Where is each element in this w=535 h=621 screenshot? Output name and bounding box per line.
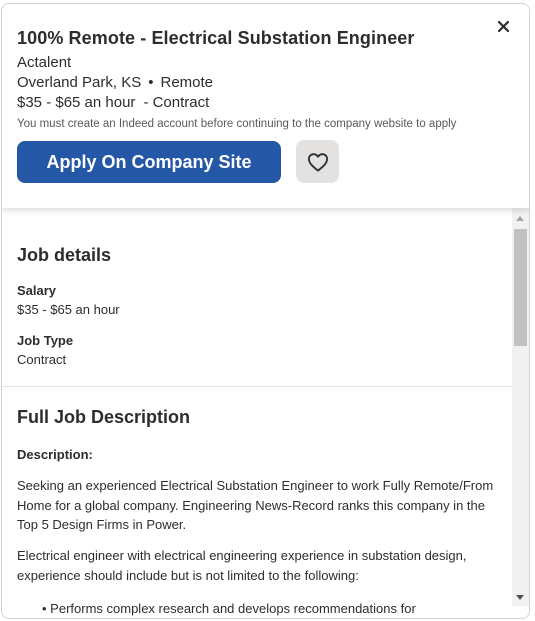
- company-name: Actalent: [17, 54, 72, 71]
- list-item-text: Performs complex research and develops r…: [50, 601, 416, 616]
- job-location: Overland Park, KS • Remote: [17, 74, 213, 91]
- description-paragraph: Seeking an experienced Electrical Substa…: [17, 478, 494, 532]
- scroll-up-icon[interactable]: [516, 216, 524, 221]
- account-notice: You must create an Indeed account before…: [17, 118, 457, 130]
- scrollbar-thumb[interactable]: [514, 229, 527, 346]
- job-details-heading: Job details: [17, 245, 112, 265]
- scroll-down-icon[interactable]: [516, 595, 524, 600]
- salary-line: $35 - $65 an hour - Contract: [17, 94, 209, 111]
- scrollbar[interactable]: [512, 208, 529, 606]
- description-paragraph: Electrical engineer with electrical engi…: [17, 548, 467, 583]
- list-item: • Performs complex research and develops…: [42, 601, 416, 616]
- job-card: 100% Remote - Electrical Substation Engi…: [1, 3, 530, 619]
- salary-label: Salary: [17, 283, 57, 298]
- description-subheading: Description:: [17, 447, 93, 462]
- close-icon: [497, 20, 509, 32]
- job-type-value: Contract: [17, 352, 67, 367]
- heart-icon: [307, 152, 328, 172]
- location-separator: •: [148, 74, 154, 91]
- apply-button[interactable]: Apply On Company Site: [17, 141, 281, 183]
- close-button[interactable]: [493, 16, 513, 36]
- pay-range: $35 - $65 an hour: [17, 94, 136, 111]
- job-title: 100% Remote - Electrical Substation Engi…: [17, 28, 415, 48]
- job-header: 100% Remote - Electrical Substation Engi…: [2, 4, 529, 208]
- location-text: Overland Park, KS: [17, 74, 142, 91]
- job-type-label: Job Type: [17, 333, 74, 348]
- job-type-suffix: - Contract: [143, 94, 210, 111]
- description-heading: Full Job Description: [17, 407, 191, 427]
- salary-value: $35 - $65 an hour: [17, 302, 120, 317]
- section-divider: [2, 386, 512, 387]
- work-mode: Remote: [160, 74, 214, 91]
- save-job-button[interactable]: [296, 140, 339, 183]
- job-body[interactable]: Job details Salary $35 - $65 an hour Job…: [2, 208, 512, 618]
